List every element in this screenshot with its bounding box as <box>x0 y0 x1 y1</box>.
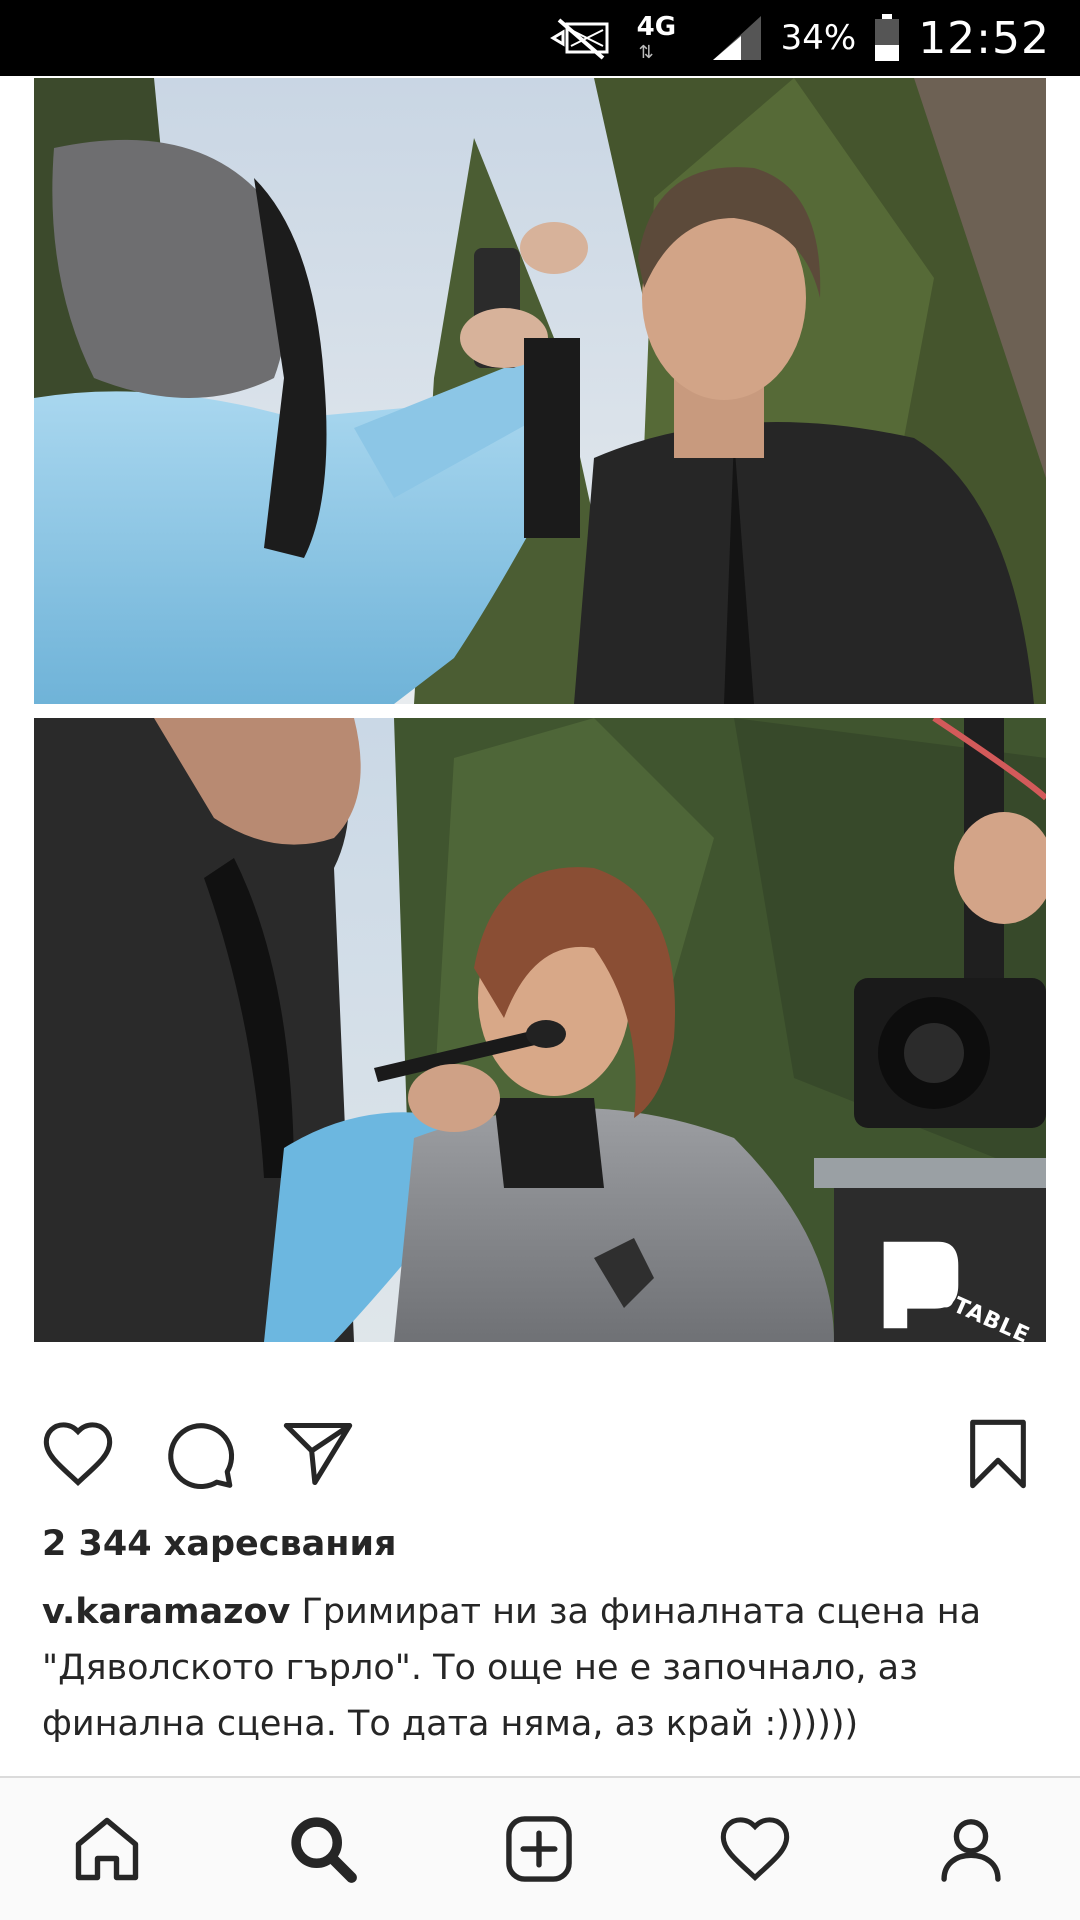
post-caption: v.karamazov Гримират ни за финалната сце… <box>42 1584 1042 1752</box>
network-4g-icon: 4G ⇅ <box>633 8 693 68</box>
add-post-icon <box>506 1816 572 1882</box>
nav-search-button[interactable] <box>278 1804 368 1894</box>
share-icon <box>283 1422 353 1486</box>
nav-add-button[interactable] <box>494 1804 584 1894</box>
photo-top-illustration <box>34 78 1046 704</box>
likes-count[interactable]: 2 344 харесвания <box>42 1524 396 1564</box>
signal-icon <box>712 16 761 60</box>
search-icon <box>291 1817 357 1883</box>
save-button[interactable] <box>958 1414 1038 1494</box>
network-arrows-icon: ⇅ <box>638 42 654 63</box>
profile-icon <box>941 1819 1001 1882</box>
status-icons: 4G ⇅ 34% 12:52 <box>545 0 1050 76</box>
post-photo-top <box>34 78 1046 704</box>
nav-home-button[interactable] <box>62 1804 152 1894</box>
status-bar: 4G ⇅ 34% 12:52 <box>0 0 1080 76</box>
nav-profile-button[interactable] <box>926 1804 1016 1894</box>
battery-icon <box>875 14 900 61</box>
activity-heart-icon <box>720 1817 790 1881</box>
clock: 12:52 <box>918 12 1050 64</box>
nav-activity-button[interactable] <box>710 1804 800 1894</box>
comment-icon <box>168 1423 235 1489</box>
comment-button[interactable] <box>160 1414 240 1494</box>
photable-watermark: PHOTABLE <box>883 1226 1038 1342</box>
bookmark-icon <box>970 1419 1026 1489</box>
heart-icon <box>43 1422 113 1486</box>
post-actions <box>38 1414 1038 1494</box>
battery-percent: 34% <box>780 18 857 58</box>
bottom-navigation <box>0 1776 1080 1920</box>
share-button[interactable] <box>278 1414 358 1494</box>
home-icon <box>75 1817 139 1881</box>
like-button[interactable] <box>38 1414 118 1494</box>
caption-username[interactable]: v.karamazov <box>42 1592 290 1632</box>
post-photo-bottom: PHOTABLE <box>34 718 1046 1342</box>
mute-icon <box>549 18 609 60</box>
network-label: 4G <box>636 12 677 42</box>
post-image[interactable]: PHOTABLE <box>34 78 1046 1342</box>
